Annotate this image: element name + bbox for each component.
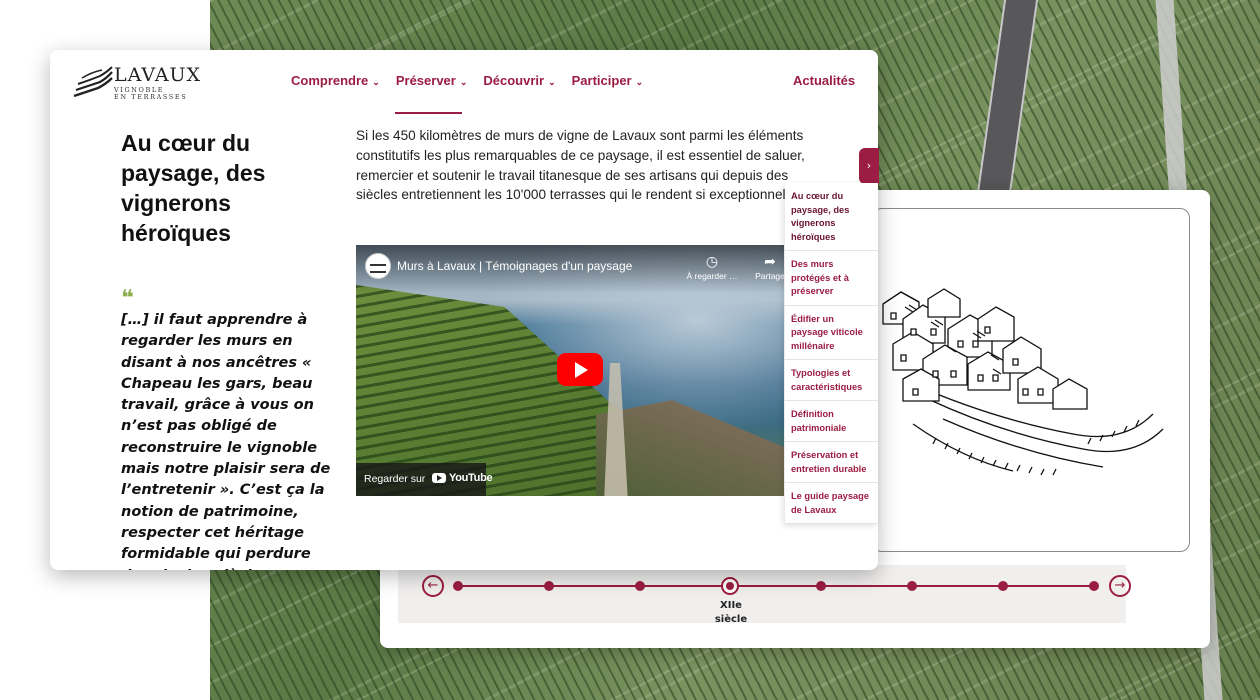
share-button[interactable]: ➦ Partage xyxy=(742,253,784,281)
share-label: Partage xyxy=(755,271,784,281)
quote-icon: ❝ xyxy=(121,286,134,311)
timeline-dot[interactable] xyxy=(816,581,826,591)
nav-item-decouvrir[interactable]: Découvrir ⌄ xyxy=(483,73,555,88)
timeline-dot[interactable] xyxy=(635,581,645,591)
timeline-prev-button[interactable]: ← xyxy=(422,575,444,597)
nav-item-label: Préserver xyxy=(395,73,456,88)
nav-item-participer[interactable]: Participer ⌄ xyxy=(572,73,644,88)
toc-item[interactable]: Préservation et entretien durable xyxy=(785,442,878,483)
youtube-wordmark: YouTube xyxy=(449,472,493,484)
page-title: Au cœur du paysage, des vignerons héroïq… xyxy=(121,130,266,246)
share-icon: ➦ xyxy=(764,253,776,269)
nav-item-actualites[interactable]: Actualités xyxy=(793,73,855,88)
toc-item[interactable]: Au cœur du paysage, des vignerons héroïq… xyxy=(785,183,878,251)
timeline: ← → XIIe siècle xyxy=(398,565,1131,625)
watch-later-label: À regarder … xyxy=(686,271,738,281)
nav-item-label: Comprendre xyxy=(291,73,369,88)
video-title[interactable]: Murs à Lavaux | Témoignages d'un paysage xyxy=(397,259,632,273)
timeline-dot[interactable] xyxy=(1089,581,1099,591)
chevron-down-icon: ⌄ xyxy=(548,77,556,87)
youtube-video-player[interactable]: Murs à Lavaux | Témoignages d'un paysage… xyxy=(356,245,784,496)
chevron-down-icon: ⌄ xyxy=(635,77,644,87)
toc-item[interactable]: Le guide paysage de Lavaux xyxy=(785,483,878,524)
main-nav: Comprendre ⌄ Préserver ⌄ Découvrir ⌄ Partic… xyxy=(291,73,643,88)
youtube-icon xyxy=(432,473,446,483)
chevron-down-icon: ⌄ xyxy=(372,77,380,87)
logo-tagline-line: EN TERRASSES xyxy=(114,93,188,101)
nav-item-label: Participer xyxy=(571,73,632,88)
village-drawing xyxy=(882,288,1164,476)
timeline-dot[interactable] xyxy=(907,581,917,591)
lavaux-logo[interactable]: LAVAUX VIGNOBLE EN TERRASSES xyxy=(72,62,202,102)
toc-item[interactable]: Définition patrimoniale xyxy=(785,401,878,442)
pull-quote: […] il faut apprendre à regarder les mur… xyxy=(121,312,331,570)
timeline-active-label: XIIe siècle xyxy=(706,599,756,627)
timeline-label-line: siècle xyxy=(714,614,748,625)
toc-item[interactable]: Édifier un paysage viticole millénaire xyxy=(785,306,878,360)
toc-toggle-button[interactable]: › xyxy=(859,148,879,184)
timeline-dot[interactable] xyxy=(544,581,554,591)
watch-on-label: Regarder sur xyxy=(364,473,426,485)
chevron-down-icon: ⌄ xyxy=(459,77,468,87)
timeline-dot-active[interactable] xyxy=(721,577,739,595)
channel-avatar[interactable] xyxy=(365,253,391,279)
timeline-label-line: XIIe xyxy=(720,600,742,611)
logo-tagline: VIGNOBLE EN TERRASSES xyxy=(114,87,187,101)
logo-wordmark: LAVAUX xyxy=(114,64,202,86)
nav-item-preserver[interactable]: Préserver ⌄ xyxy=(396,73,468,88)
intro-paragraph: Si les 450 kilomètres de murs de vigne d… xyxy=(356,128,805,203)
play-button[interactable] xyxy=(557,353,603,386)
table-of-contents: Au cœur du paysage, des vignerons héroïq… xyxy=(785,183,878,524)
timeline-next-button[interactable]: → xyxy=(1109,575,1131,597)
village-illustration xyxy=(872,208,1190,552)
watch-on-youtube-button[interactable]: Regarder sur YouTube xyxy=(356,463,493,496)
timeline-dot[interactable] xyxy=(453,581,463,591)
watch-later-button[interactable]: ◷ À regarder … xyxy=(684,253,740,281)
timeline-dot[interactable] xyxy=(998,581,1008,591)
nav-active-indicator xyxy=(395,112,462,114)
nav-item-label: Découvrir xyxy=(483,73,545,88)
toc-item[interactable]: Typologies et caractéristiques xyxy=(785,360,878,401)
toc-item[interactable]: Des murs protégés et à préserver xyxy=(785,251,878,306)
logo-terrace-icon xyxy=(73,66,113,98)
clock-icon: ◷ xyxy=(705,253,719,269)
nav-item-comprendre[interactable]: Comprendre ⌄ xyxy=(291,73,380,88)
article-card: LAVAUX VIGNOBLE EN TERRASSES Comprendre ⌄… xyxy=(50,50,878,570)
